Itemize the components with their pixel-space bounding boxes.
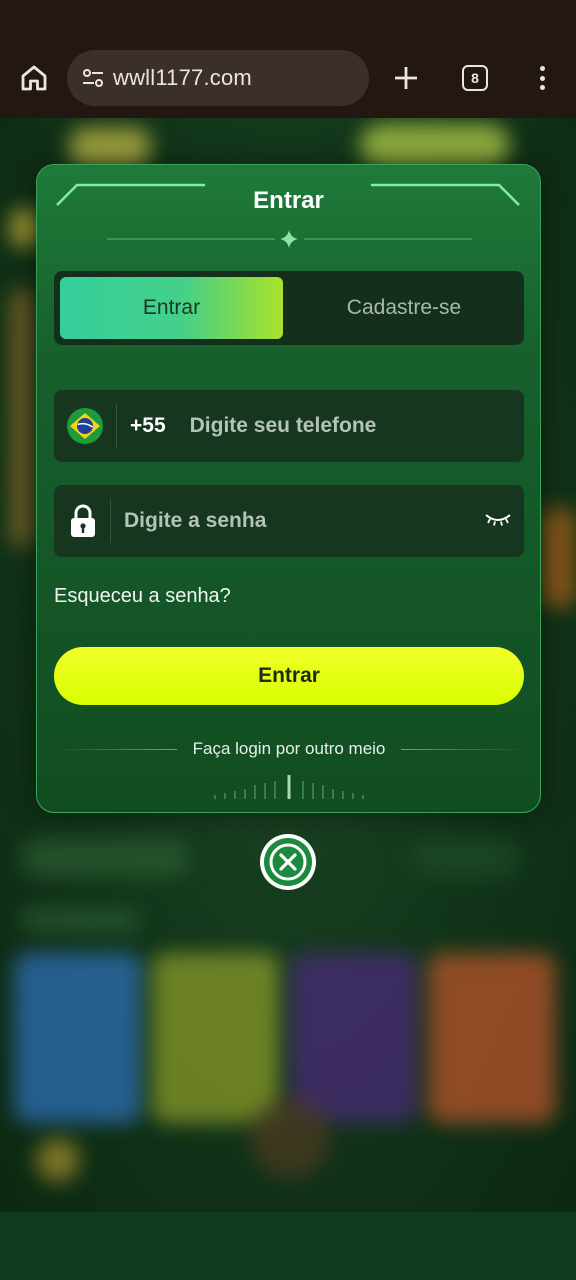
bg-side-blur-2 (10, 288, 34, 548)
login-modal: Entrar Entrar Cadastre-se +55 Digite seu… (36, 164, 541, 813)
bg-chip-blur-2 (410, 838, 520, 878)
lock-icon (71, 504, 95, 537)
url-text: wwll1177.com (113, 65, 252, 90)
bg-chip-blur (20, 838, 190, 878)
other-login-divider: Faça login por outro meio (54, 737, 524, 761)
bg-game-card-2 (152, 953, 280, 1123)
eye-closed-icon[interactable] (484, 509, 512, 529)
bg-button-blur (360, 124, 510, 168)
divider-line (54, 748, 177, 750)
modal-title: Entrar (253, 187, 324, 214)
bg-nav-icon-blur (36, 1138, 80, 1182)
close-icon[interactable] (259, 833, 317, 891)
auth-tabs: Entrar Cadastre-se (54, 271, 524, 345)
divider-line (401, 748, 524, 750)
forgot-password-link[interactable]: Esqueceu a senha? (54, 585, 231, 608)
login-button[interactable]: Entrar (54, 647, 524, 705)
phone-field[interactable]: +55 Digite seu telefone (54, 390, 524, 462)
brazil-flag-icon[interactable] (66, 407, 104, 445)
site-settings-icon[interactable] (81, 66, 105, 90)
browser-toolbar: wwll1177.com 8 (0, 0, 576, 118)
tab-register[interactable]: Cadastre-se (290, 277, 518, 339)
bg-logo-blur (70, 128, 150, 168)
scroll-indicator-icon (214, 775, 364, 799)
password-input[interactable]: Digite a senha (124, 509, 266, 533)
phone-input[interactable]: Digite seu telefone (190, 414, 377, 438)
tab-switcher-button[interactable]: 8 (462, 65, 488, 91)
bg-game-card-1 (14, 953, 142, 1123)
home-icon[interactable] (18, 62, 50, 94)
bg-nav-center-blur (250, 1098, 330, 1178)
bg-side-blur-3 (540, 508, 576, 608)
tab-login[interactable]: Entrar (60, 277, 283, 339)
password-field[interactable]: Digite a senha (54, 485, 524, 557)
overflow-menu-icon[interactable] (534, 64, 550, 92)
sparkle-divider-icon (107, 230, 472, 248)
other-login-label: Faça login por outro meio (192, 739, 386, 758)
country-code: +55 (130, 414, 166, 437)
bg-game-card-3 (290, 953, 418, 1123)
address-bar[interactable]: wwll1177.com (67, 50, 369, 106)
field-separator (110, 499, 111, 543)
new-tab-icon[interactable] (392, 64, 420, 92)
bg-heading-blur (20, 908, 140, 932)
bottom-strip (0, 1212, 576, 1280)
field-separator (116, 404, 117, 448)
bg-game-card-4 (428, 953, 556, 1123)
